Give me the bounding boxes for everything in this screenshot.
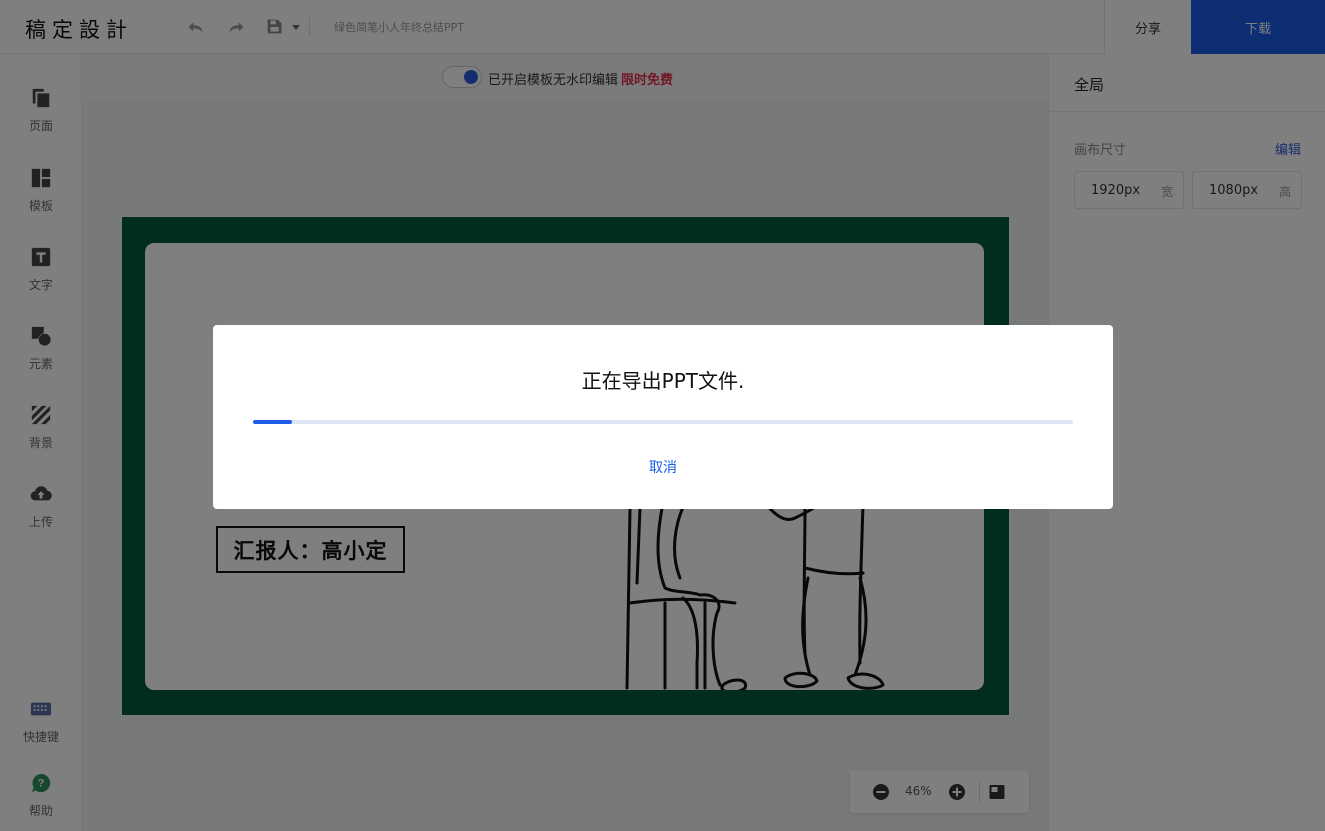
export-progress-bar: [253, 420, 1073, 424]
export-dialog: 正在导出PPT文件. 取消: [213, 325, 1113, 509]
export-dialog-title: 正在导出PPT文件.: [581, 369, 745, 393]
cancel-export-button[interactable]: 取消: [649, 460, 677, 476]
export-progress-fill: [253, 420, 292, 424]
cancel-export-container: 取消: [213, 457, 1113, 477]
